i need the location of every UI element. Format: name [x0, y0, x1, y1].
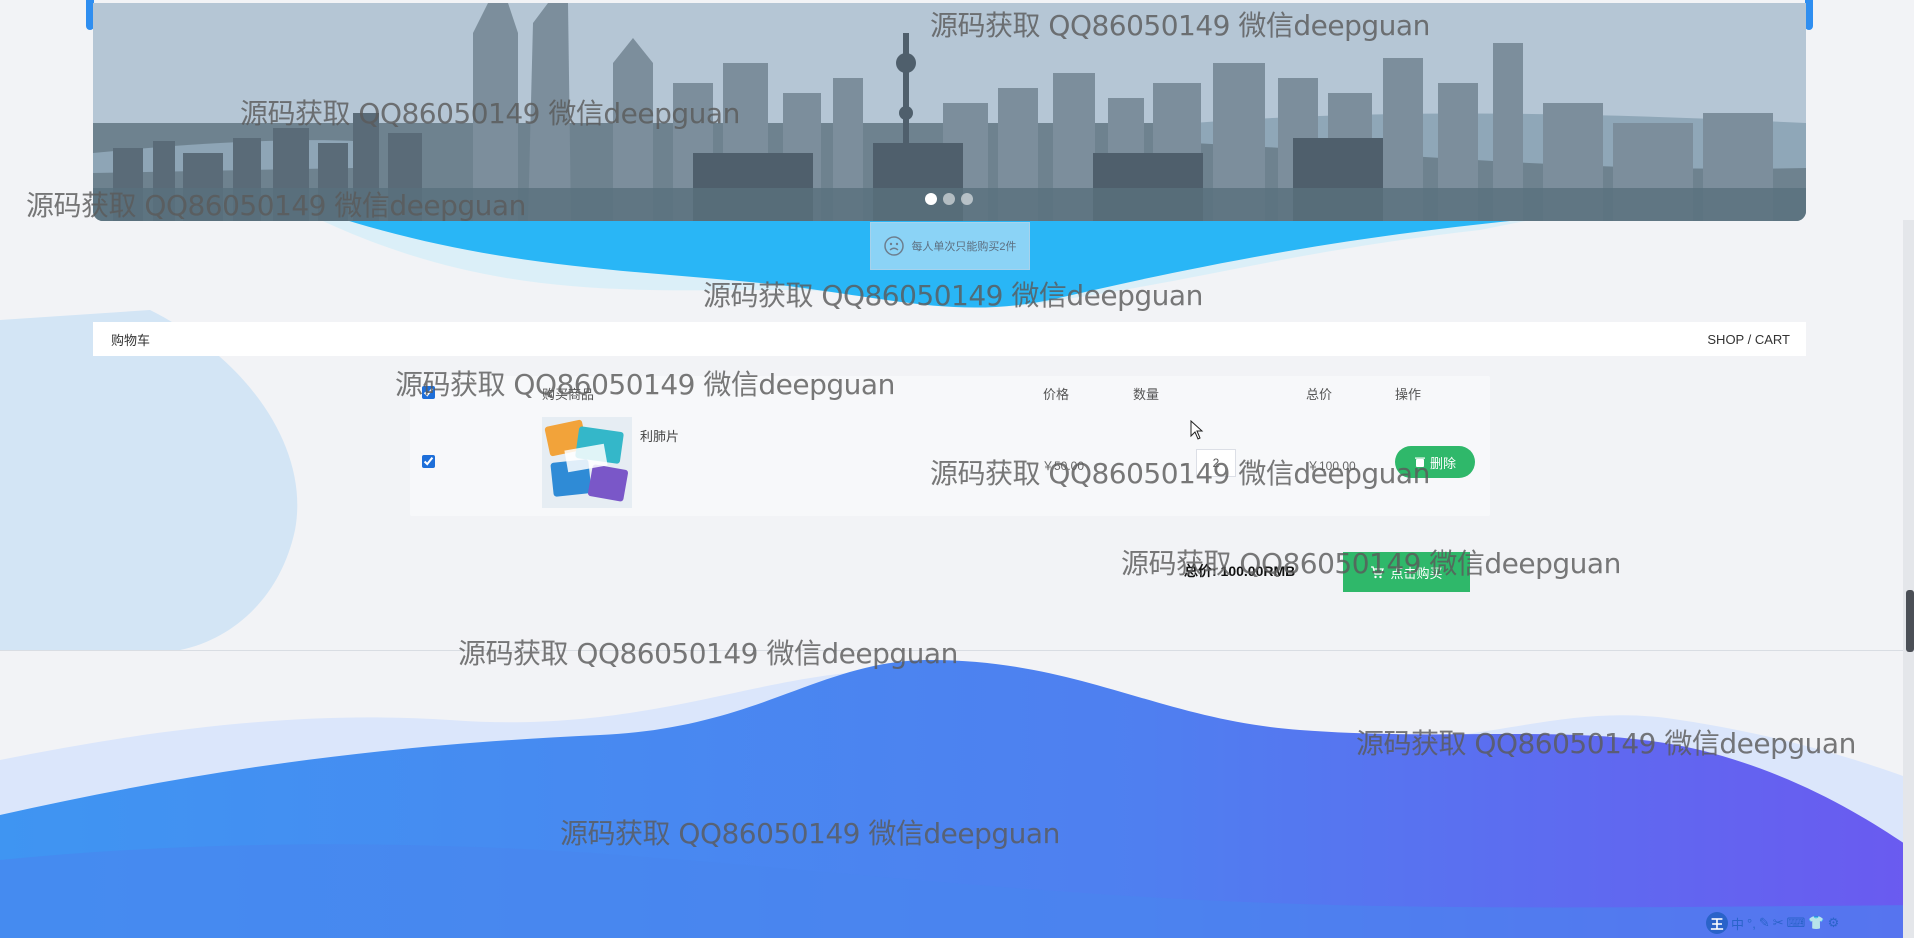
cart-breadcrumb: SHOP / CART [1707, 331, 1790, 347]
ime-settings-icon[interactable]: ⚙ [1828, 915, 1840, 931]
sad-face-icon [884, 236, 905, 256]
carousel-dot-3[interactable] [961, 193, 973, 205]
ime-logo-icon[interactable]: 王 [1706, 912, 1728, 934]
watermark-text: 源码获取 QQ86050149 微信deepguan [1356, 727, 1856, 760]
col-price: 价格 [1043, 387, 1070, 402]
cart-header-bar: 购物车 SHOP / CART [93, 322, 1806, 356]
scrollbar-track[interactable] [1903, 220, 1914, 938]
banner-accent-right [1805, 0, 1813, 30]
product-image[interactable] [542, 417, 632, 508]
ime-punct-icon[interactable]: °, [1747, 916, 1756, 931]
col-qty: 数量 [1133, 387, 1160, 402]
col-total: 总价 [1306, 387, 1333, 402]
watermark-text: 源码获取 QQ86050149 微信deepguan [930, 457, 1430, 490]
watermark-text: 源码获取 QQ86050149 微信deepguan [1121, 547, 1621, 580]
product-name[interactable]: 利肺片 [640, 426, 679, 445]
ime-scissors-icon[interactable]: ✂ [1773, 915, 1784, 931]
scrollbar-thumb[interactable] [1906, 590, 1914, 652]
carousel-dots [925, 193, 973, 205]
ime-keyboard-icon[interactable]: ⌨ [1787, 915, 1806, 931]
ime-lang-icon[interactable]: 中 [1731, 914, 1744, 933]
delete-label: 删除 [1429, 455, 1456, 471]
watermark-text: 源码获取 QQ86050149 微信deepguan [560, 817, 1060, 850]
watermark-text: 源码获取 QQ86050149 微信deepguan [395, 368, 895, 401]
ime-toolbar: 王 中 °, ✎ ✂ ⌨ 👕 ⚙ [1706, 912, 1839, 934]
item-checkbox[interactable] [422, 455, 435, 468]
watermark-text: 源码获取 QQ86050149 微信deepguan [703, 279, 1203, 312]
watermark-text: 源码获取 QQ86050149 微信deepguan [240, 97, 740, 130]
watermark-text: 源码获取 QQ86050149 微信deepguan [26, 189, 526, 222]
carousel-dot-2[interactable] [943, 193, 955, 205]
cart-title: 购物车 [111, 332, 151, 348]
mouse-cursor-icon [1190, 420, 1204, 440]
bottom-wave-decoration [0, 660, 1914, 938]
ime-skin-icon[interactable]: 👕 [1808, 915, 1824, 931]
col-action: 操作 [1395, 387, 1422, 402]
watermark-text: 源码获取 QQ86050149 微信deepguan [458, 637, 958, 670]
notice-text: 每人单次只能购买2件 [911, 241, 1017, 253]
ime-pen-icon[interactable]: ✎ [1759, 915, 1770, 931]
carousel-dot-1[interactable] [925, 193, 937, 205]
purchase-limit-notice: 每人单次只能购买2件 [870, 222, 1030, 270]
watermark-text: 源码获取 QQ86050149 微信deepguan [930, 9, 1430, 42]
